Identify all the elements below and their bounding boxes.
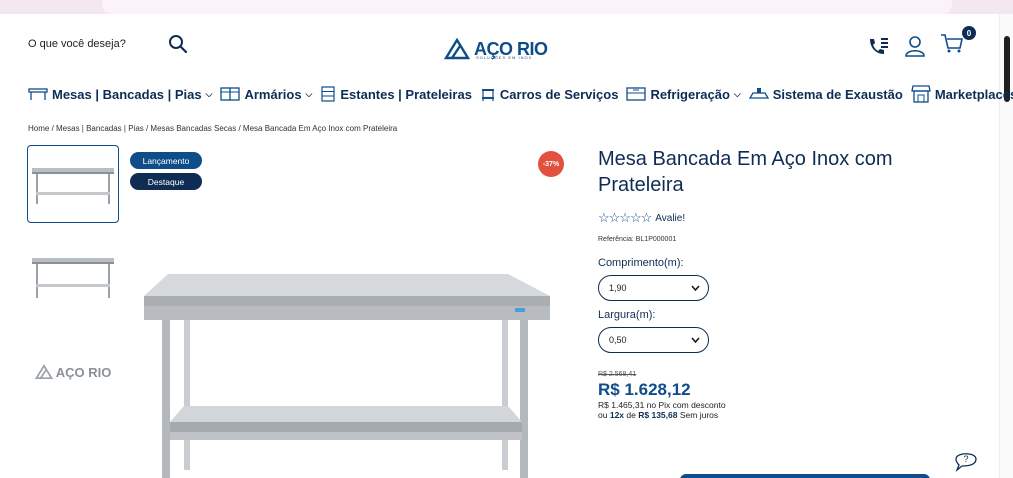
- nav-item-mesas[interactable]: Mesas | Bancadas | Pias ⌵: [28, 87, 212, 102]
- cart-icon[interactable]: [940, 32, 964, 54]
- nav-item-estantes[interactable]: Estantes | Prateleiras: [320, 86, 472, 102]
- nav-item-marketplaces[interactable]: Marketplaces: [911, 85, 1013, 103]
- search-input[interactable]: [28, 34, 158, 54]
- old-price: R$ 2.568,41: [598, 371, 637, 378]
- cart-button[interactable]: 0: [940, 26, 976, 59]
- product-main-image[interactable]: [130, 142, 570, 478]
- phone-menu-icon[interactable]: [868, 36, 890, 56]
- product-thumbnail-image: [32, 168, 114, 204]
- length-value: 1,90: [609, 283, 627, 293]
- width-value: 0,50: [609, 335, 627, 345]
- fridge-icon: [626, 87, 647, 101]
- install-value: R$ 135,68: [638, 410, 678, 420]
- search-icon[interactable]: [168, 34, 188, 54]
- install-count: 12x: [609, 410, 625, 420]
- site-logo[interactable]: AÇO RIO SOLUÇÕES EM INOX: [444, 33, 554, 65]
- nav-item-label: Sistema de Exaustão: [772, 86, 903, 102]
- product-thumbnail-image: [32, 258, 114, 298]
- scrollbar[interactable]: [999, 14, 1013, 478]
- width-label: Largura(m):: [598, 309, 656, 321]
- product-reference: Referência: BL1P000001: [598, 236, 677, 243]
- help-chat-icon[interactable]: ?: [953, 447, 979, 473]
- chevron-down-icon: [691, 337, 700, 343]
- badge-destaque: Destaque: [130, 173, 202, 190]
- thumbnail-gallery: AÇO RIO: [27, 145, 119, 427]
- logo-mark-icon: [444, 38, 470, 60]
- cart-icon: [481, 89, 494, 101]
- product-title: Mesa Bancada Em Aço Inox com Prateleira: [598, 148, 893, 196]
- user-icon[interactable]: [904, 35, 926, 57]
- main-navigation: Mesas | Bancadas | Pias ⌵ Armários ⌵ Est…: [28, 83, 1013, 105]
- svg-text:?: ?: [963, 454, 968, 464]
- store-icon: [911, 85, 931, 103]
- table-icon: [28, 88, 48, 100]
- product-info: Mesa Bancada Em Aço Inox com Prateleira …: [598, 146, 928, 420]
- nav-item-label: Estantes | Prateleiras: [340, 86, 472, 102]
- thumbnail-2[interactable]: [27, 239, 119, 317]
- hood-icon: [748, 88, 769, 99]
- nav-item-refrigeracao[interactable]: Refrigeração ⌵: [626, 86, 741, 102]
- nav-item-label: Carros de Serviços: [499, 86, 619, 102]
- badge-lancamento: Lançamento: [130, 152, 202, 169]
- nav-item-carros[interactable]: Carros de Serviços: [480, 86, 619, 102]
- install-suffix: Sem juros: [679, 410, 719, 420]
- width-select[interactable]: 0,50: [598, 327, 709, 353]
- chevron-down-icon: [691, 285, 700, 291]
- current-price: R$ 1.628,12: [598, 380, 691, 399]
- nav-item-exaustao[interactable]: Sistema de Exaustão: [748, 86, 903, 102]
- site-header: AÇO RIO SOLUÇÕES EM INOX 0: [0, 14, 999, 76]
- browser-top-strip: [0, 0, 1013, 14]
- chevron-down-icon: ⌵: [205, 88, 213, 99]
- thumbnail-logo: AÇO RIO: [34, 364, 112, 380]
- thumbnail-3[interactable]: AÇO RIO: [27, 333, 119, 411]
- install-mid: de: [626, 410, 636, 420]
- nav-item-armarios[interactable]: Armários ⌵: [220, 87, 312, 102]
- rating-label[interactable]: Avalie!: [655, 213, 685, 224]
- address-bar[interactable]: [102, 0, 952, 14]
- logo-mark-icon: [34, 364, 53, 380]
- rating-stars-icon[interactable]: ☆☆☆☆☆: [598, 210, 652, 226]
- install-prefix: ou: [598, 410, 608, 420]
- rating[interactable]: ☆☆☆☆☆ Avalie!: [598, 210, 928, 226]
- nav-item-label: Refrigeração: [650, 86, 730, 102]
- thumbnail-1[interactable]: [27, 145, 119, 223]
- chevron-down-icon: ⌵: [733, 88, 741, 99]
- nav-item-label: Armários: [244, 86, 302, 102]
- installment-info: ou 12x de R$ 135,68 Sem juros: [598, 410, 928, 420]
- nav-item-label: Marketplaces: [934, 86, 1013, 102]
- length-label: Comprimento(m):: [598, 257, 684, 269]
- length-select[interactable]: 1,90: [598, 275, 709, 301]
- shelf-icon: [321, 86, 335, 102]
- cabinet-icon: [220, 87, 241, 101]
- header-icons: 0: [868, 26, 976, 59]
- pix-price: R$ 1.465,31 no Pix com desconto: [598, 400, 726, 410]
- thumbnail-logo-text: AÇO RIO: [55, 364, 112, 380]
- nav-item-label: Mesas | Bancadas | Pias: [52, 86, 202, 102]
- search-box[interactable]: [28, 34, 188, 60]
- chevron-down-icon: ⌵: [305, 88, 313, 99]
- cart-count-badge: 0: [962, 26, 976, 40]
- discount-badge: -37%: [538, 151, 564, 177]
- buy-button[interactable]: [680, 474, 930, 478]
- breadcrumb[interactable]: Home / Mesas | Bancadas | Pias / Mesas B…: [28, 124, 397, 133]
- logo-subtext: SOLUÇÕES EM INOX: [476, 55, 533, 60]
